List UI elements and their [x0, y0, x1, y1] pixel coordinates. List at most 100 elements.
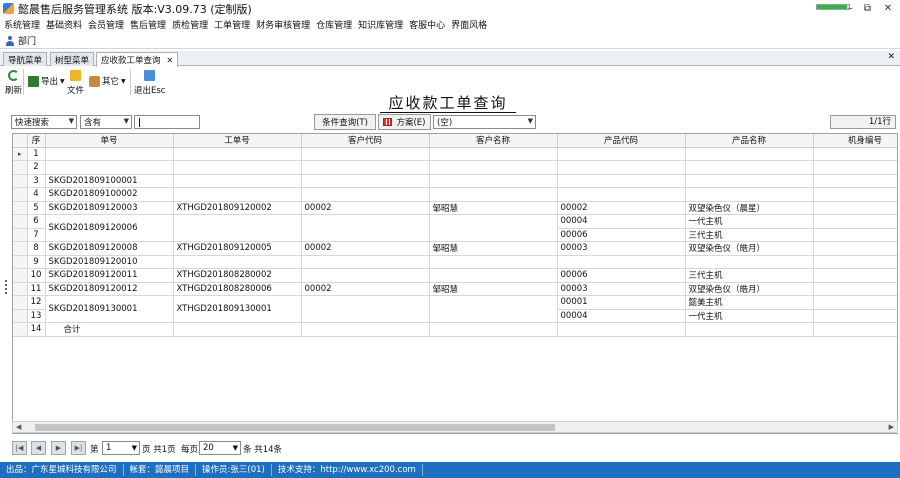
cell-seq[interactable]: 7 — [27, 228, 46, 242]
cell-serial-no[interactable] — [813, 201, 897, 215]
minimize-button[interactable]: – — [842, 0, 859, 17]
menu-item[interactable]: 会员管理 — [88, 18, 124, 31]
row-indicator[interactable] — [13, 174, 28, 188]
scroll-right-icon[interactable]: ▶ — [889, 422, 894, 433]
status-item[interactable]: 技术支持：http://www.xc200.com — [272, 464, 423, 476]
plan-select[interactable]: (空) ▼ — [433, 115, 536, 129]
table-row[interactable]: 11 SKGD201809120012 XTHGD201808280006 00002… — [13, 282, 897, 296]
cell-customer-code[interactable] — [301, 295, 430, 323]
table-row[interactable]: 5 SKGD201809120003 XTHGD201809120002 00002 邹… — [13, 201, 897, 215]
restore-button[interactable]: ⧉ — [859, 0, 876, 17]
cell-order-no[interactable]: SKGD201809120010 — [45, 255, 174, 269]
column-header-customer-name[interactable]: 客户名称 — [429, 134, 558, 148]
cell-order-no[interactable]: SKGD201809130001 — [45, 295, 174, 323]
cell-product-name[interactable]: 懿美主机 — [685, 295, 814, 310]
row-indicator[interactable] — [13, 201, 28, 215]
cell-customer-code[interactable]: 00002 — [301, 201, 430, 215]
table-row[interactable]: 10 SKGD201809120011 XTHGD201808280002 00006… — [13, 268, 897, 283]
cell-serial-no[interactable] — [813, 160, 897, 175]
cell-customer-name[interactable] — [429, 187, 558, 202]
row-indicator[interactable]: ▸ — [13, 147, 28, 161]
cell-product-name[interactable] — [685, 187, 814, 202]
column-header-serial-no[interactable]: 机身编号 — [813, 134, 897, 148]
menu-item[interactable]: 界面风格 — [451, 18, 487, 31]
column-header-order-no[interactable]: 单号 — [45, 134, 174, 148]
row-indicator[interactable] — [13, 160, 28, 175]
cell-customer-code[interactable] — [301, 187, 430, 202]
cell-work-order-no[interactable]: XTHGD201809120002 — [173, 201, 302, 215]
cell-serial-no[interactable] — [813, 228, 897, 242]
cell-customer-name[interactable] — [429, 147, 558, 161]
table-row[interactable]: 14 合计 — [13, 322, 897, 337]
cell-order-no[interactable]: SKGD201809120012 — [45, 282, 174, 296]
cell-work-order-no[interactable]: XTHGD201808280002 — [173, 268, 302, 283]
cell-product-name[interactable] — [685, 160, 814, 175]
cell-work-order-no[interactable]: XTHGD201809120005 — [173, 241, 302, 256]
row-indicator[interactable] — [13, 322, 28, 337]
dept-label[interactable]: 部门 — [18, 34, 36, 47]
cell-seq[interactable]: 11 — [27, 282, 46, 296]
cell-serial-no[interactable] — [813, 255, 897, 269]
cell-product-code[interactable] — [557, 255, 686, 269]
row-indicator[interactable] — [13, 255, 28, 269]
cell-customer-code[interactable]: 00002 — [301, 282, 430, 296]
cell-seq[interactable]: 10 — [27, 268, 46, 283]
refresh-button[interactable]: 刷新 — [5, 70, 22, 96]
cell-seq[interactable]: 8 — [27, 241, 46, 256]
cell-serial-no[interactable] — [813, 309, 897, 323]
cell-order-no[interactable] — [45, 147, 174, 161]
cell-product-code[interactable] — [557, 187, 686, 202]
cell-work-order-no[interactable]: XTHGD201809130001 — [173, 295, 302, 323]
cell-product-code[interactable] — [557, 147, 686, 161]
tab-close-icon[interactable]: ✕ — [167, 56, 174, 65]
cell-serial-no[interactable] — [813, 147, 897, 161]
cell-product-name[interactable]: 三代主机 — [685, 268, 814, 283]
menu-item[interactable]: 工单管理 — [214, 18, 250, 31]
next-page-button[interactable]: ▶ — [51, 441, 66, 455]
cell-serial-no[interactable] — [813, 322, 897, 337]
row-indicator[interactable] — [13, 295, 28, 310]
cell-serial-no[interactable] — [813, 282, 897, 296]
cell-product-code[interactable]: 00004 — [557, 309, 686, 323]
cell-customer-code[interactable]: 00002 — [301, 241, 430, 256]
cell-seq[interactable]: 12 — [27, 295, 46, 310]
cell-customer-name[interactable] — [429, 322, 558, 337]
cell-product-code[interactable] — [557, 322, 686, 337]
menu-item[interactable]: 质检管理 — [172, 18, 208, 31]
cell-order-no[interactable]: SKGD201809120008 — [45, 241, 174, 256]
cell-seq[interactable]: 1 — [27, 147, 46, 161]
file-button[interactable]: 文件 — [67, 70, 84, 96]
cell-order-no[interactable]: SKGD201809100002 — [45, 187, 174, 202]
tab-receivable-query[interactable]: 应收款工单查询 ✕ — [96, 52, 179, 67]
cell-product-code[interactable]: 00003 — [557, 241, 686, 256]
cell-product-code[interactable]: 00001 — [557, 295, 686, 310]
close-button[interactable]: ✕ — [876, 0, 900, 17]
cell-seq[interactable]: 3 — [27, 174, 46, 188]
tab-nav-menu[interactable]: 导航菜单 — [3, 52, 48, 66]
keyword-input[interactable] — [134, 115, 200, 129]
condition-query-button[interactable]: 条件查询(T) — [314, 114, 376, 130]
column-header-product-code[interactable]: 产品代码 — [557, 134, 686, 148]
cell-customer-code[interactable] — [301, 147, 430, 161]
cell-order-no[interactable] — [45, 160, 174, 175]
cell-serial-no[interactable] — [813, 295, 897, 310]
cell-customer-name[interactable] — [429, 214, 558, 242]
page-number-input[interactable]: 1 ▼ — [102, 441, 140, 455]
cell-serial-no[interactable] — [813, 241, 897, 256]
cell-work-order-no[interactable] — [173, 255, 302, 269]
cell-serial-no[interactable] — [813, 268, 897, 283]
cell-work-order-no[interactable] — [173, 147, 302, 161]
cell-order-no[interactable]: 合计 — [45, 322, 174, 337]
cell-seq[interactable]: 14 — [27, 322, 46, 337]
menu-item[interactable]: 财务审核管理 — [256, 18, 310, 31]
table-row[interactable]: 6 SKGD201809120006 00004 一代主机 — [13, 214, 897, 242]
cell-product-name[interactable] — [685, 255, 814, 269]
search-type-select[interactable]: 快速搜索 ▼ — [11, 115, 77, 129]
menu-item[interactable]: 基础资料 — [46, 18, 82, 31]
cell-customer-code[interactable] — [301, 268, 430, 283]
table-row[interactable]: 2 — [13, 160, 897, 175]
horizontal-scrollbar[interactable]: ◀ ▶ — [12, 421, 898, 433]
cell-customer-code[interactable] — [301, 322, 430, 337]
table-row[interactable]: ▸ 1 — [13, 147, 897, 161]
cell-product-name[interactable]: 双望染色仪（皓月） — [685, 241, 814, 256]
